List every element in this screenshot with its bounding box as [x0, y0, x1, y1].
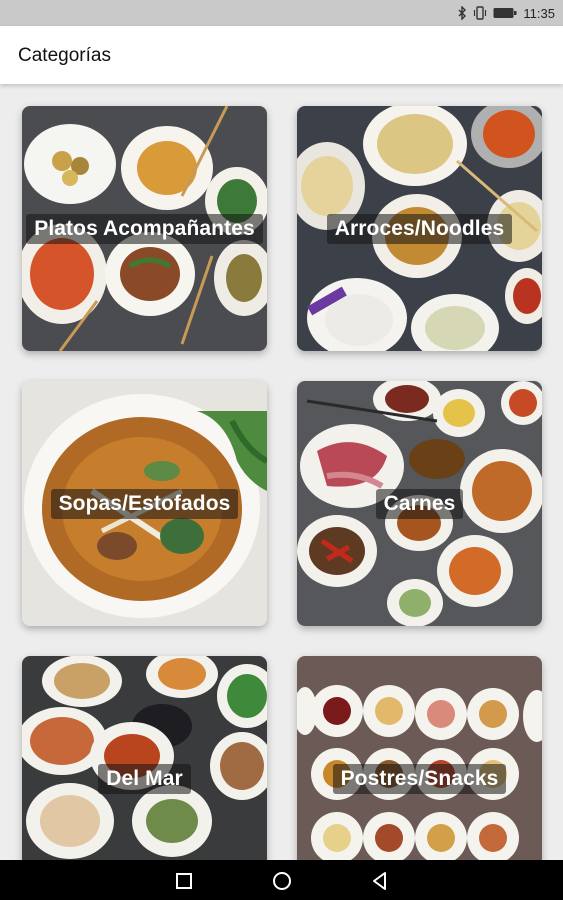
- vibrate-icon: [474, 6, 487, 20]
- category-card-soups[interactable]: Sopas/Estofados: [22, 381, 267, 626]
- category-label: Postres/Snacks: [297, 764, 542, 794]
- category-label: Sopas/Estofados: [22, 489, 267, 519]
- category-label: Arroces/Noodles: [297, 214, 542, 244]
- category-grid: Platos Acompañantes Arroces/Noodles Sopa…: [0, 84, 563, 860]
- status-bar: 11:35: [0, 0, 563, 26]
- back-icon[interactable]: [369, 870, 391, 892]
- category-card-seafood[interactable]: Del Mar: [22, 656, 267, 860]
- app-bar: Categorías: [0, 26, 563, 84]
- category-label: Platos Acompañantes: [22, 214, 267, 244]
- category-card-rice-noodles[interactable]: Arroces/Noodles: [297, 106, 542, 351]
- category-card-side-dishes[interactable]: Platos Acompañantes: [22, 106, 267, 351]
- category-card-meats[interactable]: Carnes: [297, 381, 542, 626]
- status-icons: 11:35: [457, 4, 555, 22]
- status-time: 11:35: [523, 5, 555, 21]
- page-title: Categorías: [18, 45, 111, 66]
- category-card-desserts[interactable]: Postres/Snacks: [297, 656, 542, 860]
- home-icon[interactable]: [271, 870, 293, 892]
- category-label: Del Mar: [22, 764, 267, 794]
- recent-apps-icon[interactable]: [173, 870, 195, 892]
- seafood-image: [22, 656, 267, 860]
- category-label: Carnes: [297, 489, 542, 519]
- desserts-image: [297, 656, 542, 860]
- battery-icon: [493, 8, 517, 18]
- navigation-bar: [0, 860, 563, 900]
- bluetooth-icon: [458, 6, 467, 20]
